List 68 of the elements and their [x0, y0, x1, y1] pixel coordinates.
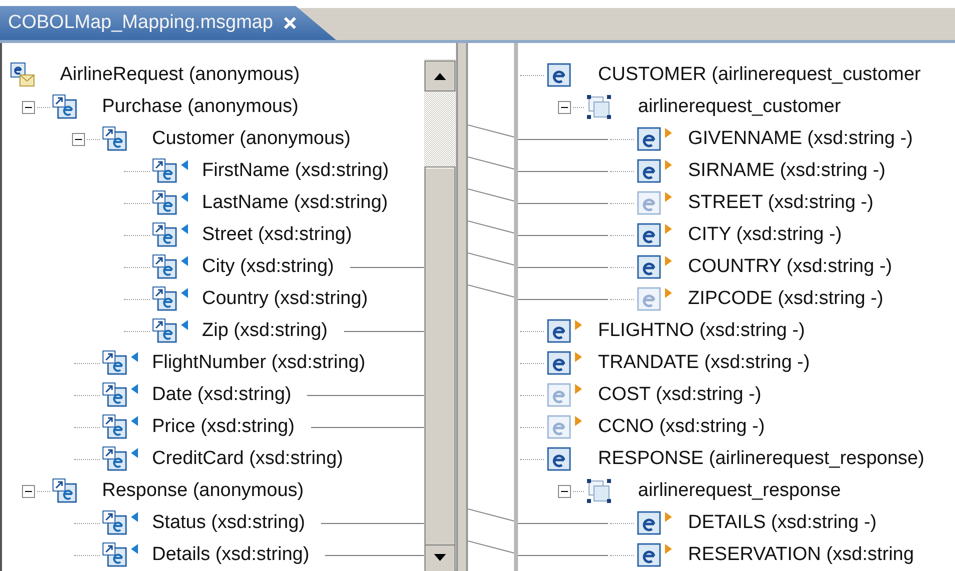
element-reference-icon — [52, 94, 78, 120]
tree-item-label[interactable]: FlightNumber (xsd:string) — [152, 352, 366, 374]
scrollbar-drawing[interactable] — [424, 59, 456, 571]
element-reference-icon — [52, 478, 78, 504]
tree-item-label[interactable]: COST (xsd:string -) — [598, 384, 762, 406]
collapse-icon[interactable] — [22, 100, 35, 114]
tree-item-label[interactable]: TRANDATE (xsd:string -) — [598, 352, 810, 374]
element-reference-icon — [102, 350, 128, 376]
tree-item-label[interactable]: Date (xsd:string) — [152, 384, 292, 406]
element-icon — [636, 254, 662, 280]
element-icon — [546, 350, 572, 376]
element-icon — [636, 158, 662, 184]
tree-item-label[interactable]: SIRNAME (xsd:string -) — [688, 160, 886, 182]
tree-item-label[interactable]: CUSTOMER (airlinerequest_customer — [598, 64, 921, 86]
tree-item-label[interactable]: Country (xsd:string) — [202, 288, 368, 310]
tree-item-label[interactable]: RESERVATION (xsd:string — [688, 544, 914, 566]
element-reference-icon — [152, 286, 178, 312]
tree-item-label[interactable]: airlinerequest_customer — [638, 96, 841, 118]
tree-item-label[interactable]: RESPONSE (airlinerequest_response) — [598, 448, 924, 470]
tree-item-label[interactable]: CCNO (xsd:string -) — [598, 416, 765, 438]
tree-item-label[interactable]: Street (xsd:string) — [202, 224, 352, 246]
tree-item-label[interactable]: ZIPCODE (xsd:string -) — [688, 288, 884, 310]
element-icon — [546, 446, 572, 472]
tree-item-label[interactable]: Status (xsd:string) — [152, 512, 306, 534]
tree-item-label[interactable]: airlinerequest_response — [638, 480, 841, 502]
element-icon — [636, 126, 662, 152]
tree-item-label[interactable]: Purchase (anonymous) — [102, 96, 298, 118]
tree-item-label[interactable]: Zip (xsd:string) — [202, 320, 328, 342]
tree-item-label[interactable]: COUNTRY (xsd:string -) — [688, 256, 892, 278]
element-icon — [636, 222, 662, 248]
tree-item-label[interactable]: LastName (xsd:string) — [202, 192, 388, 214]
element-icon — [636, 542, 662, 568]
collapse-icon[interactable] — [72, 132, 85, 146]
editor-tab[interactable]: COBOLMap_Mapping.msgmap — [0, 6, 336, 40]
element-icon — [546, 62, 572, 88]
complex-type-icon — [586, 94, 612, 120]
tree-item-label[interactable]: GIVENNAME (xsd:string -) — [688, 128, 913, 150]
tree-item-label[interactable]: City (xsd:string) — [202, 256, 334, 278]
element-reference-icon — [152, 254, 178, 280]
tree-item-label[interactable]: Response (anonymous) — [102, 480, 304, 502]
tree-item-label[interactable]: FLIGHTNO (xsd:string -) — [598, 320, 805, 342]
element-reference-icon — [102, 446, 128, 472]
message-envelope-icon — [10, 62, 36, 88]
tree-item-label[interactable]: AirlineRequest (anonymous) — [60, 64, 300, 86]
element-icon — [546, 318, 572, 344]
element-reference-icon — [152, 222, 178, 248]
element-reference-icon — [102, 382, 128, 408]
element-icon — [636, 510, 662, 536]
collapse-icon[interactable] — [558, 484, 571, 498]
element-reference-icon — [152, 158, 178, 184]
element-reference-icon — [102, 510, 128, 536]
element-reference-icon — [152, 318, 178, 344]
tree-item-label[interactable]: Price (xsd:string) — [152, 416, 295, 438]
tree-item-label[interactable]: FirstName (xsd:string) — [202, 160, 389, 182]
complex-type-icon — [586, 478, 612, 504]
tree-item-label[interactable]: CITY (xsd:string -) — [688, 224, 842, 246]
tree-item-label[interactable]: CreditCard (xsd:string) — [152, 448, 344, 470]
collapse-icon[interactable] — [22, 484, 35, 498]
tree-item-label[interactable]: DETAILS (xsd:string -) — [688, 512, 877, 534]
tree-item-label[interactable]: Customer (anonymous) — [152, 128, 351, 150]
tree-item-label[interactable]: STREET (xsd:string -) — [688, 192, 874, 214]
element-reference-icon — [152, 190, 178, 216]
element-reference-icon — [102, 414, 128, 440]
collapse-icon[interactable] — [558, 100, 571, 114]
tree-item-label[interactable]: Details (xsd:string) — [152, 544, 310, 566]
element-reference-icon — [102, 126, 128, 152]
element-reference-icon — [102, 542, 128, 568]
close-icon[interactable] — [283, 16, 298, 30]
